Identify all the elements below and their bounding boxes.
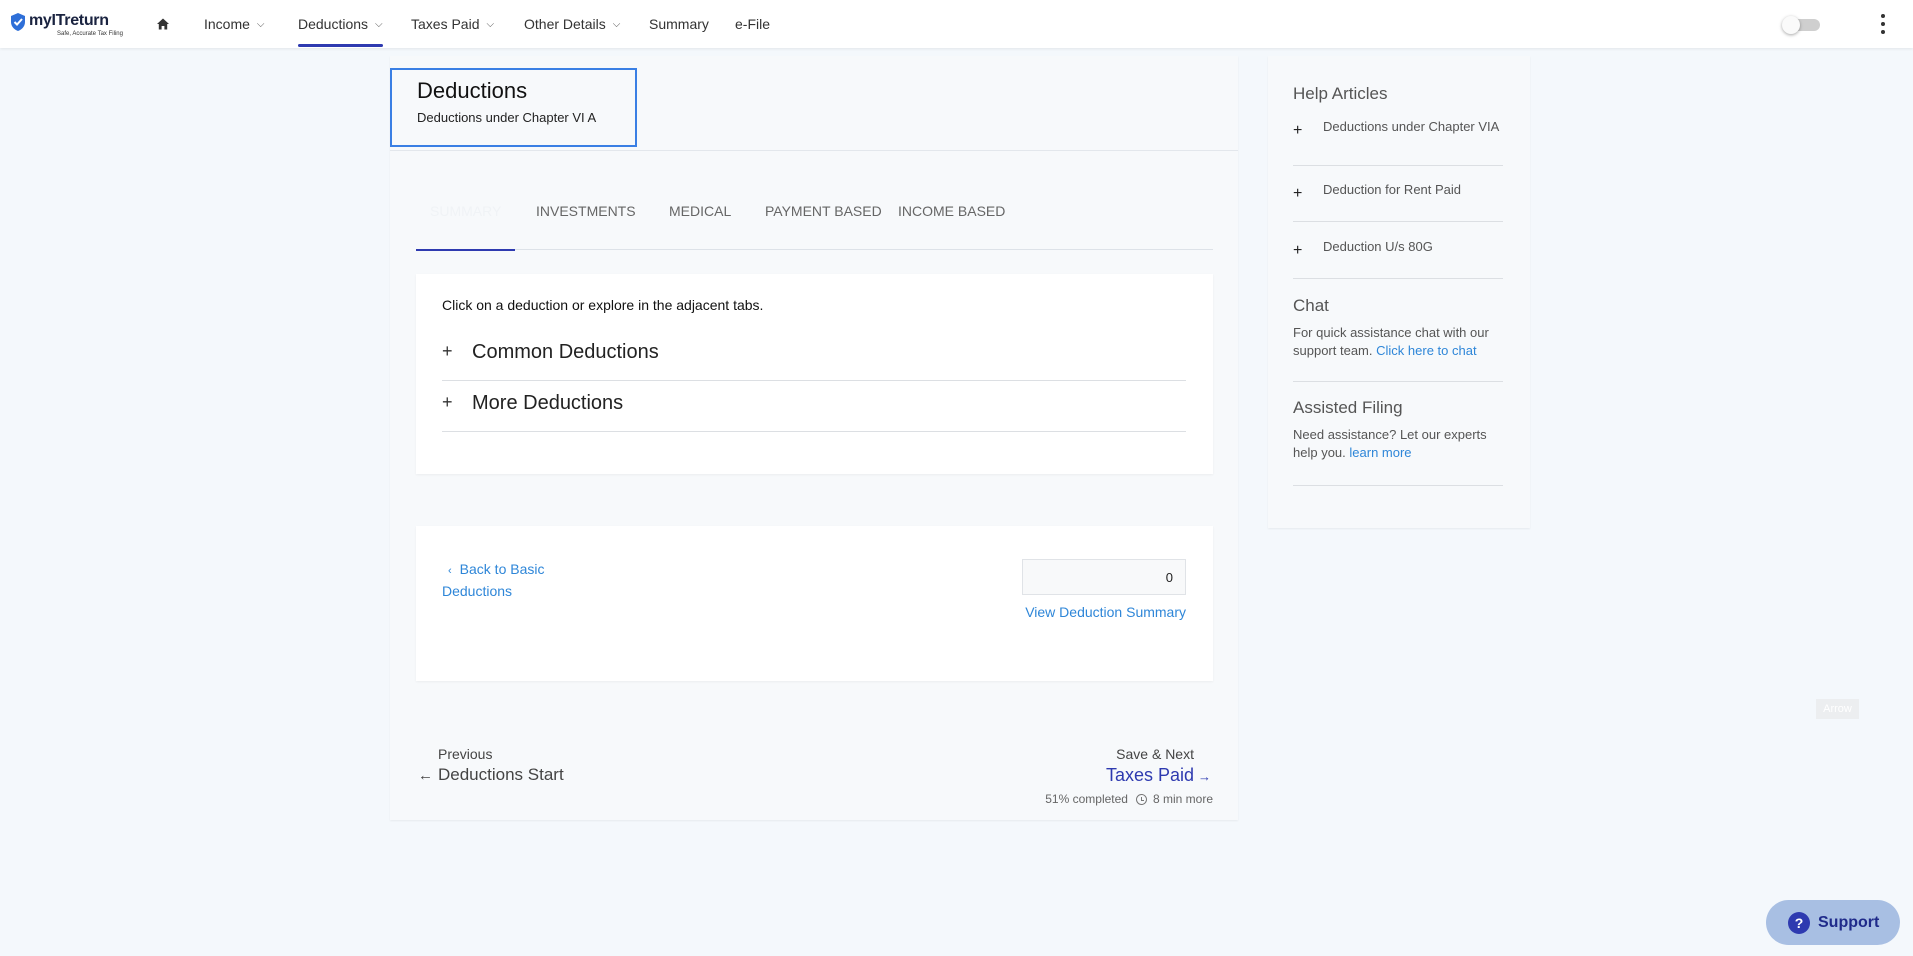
previous-caption: Previous (438, 746, 493, 762)
help-articles-title: Help Articles (1293, 84, 1388, 103)
accordion-more-deductions[interactable]: + More Deductions (442, 382, 1186, 432)
action-card: ‹ Back to Basic Deductions 0 View Deducti… (416, 526, 1213, 681)
learn-more-link[interactable]: learn more (1349, 445, 1411, 460)
help-item-rent-paid[interactable]: + Deduction for Rent Paid (1293, 180, 1503, 222)
plus-icon: + (1293, 185, 1303, 202)
page-subtitle: Deductions under Chapter VI A (417, 110, 597, 125)
nav-income[interactable]: Income ⌵ (204, 0, 265, 48)
summary-card: Click on a deduction or explore in the a… (416, 274, 1213, 474)
nav-deductions-label: Deductions (298, 16, 369, 32)
chat-link[interactable]: Click here to chat (1376, 343, 1476, 358)
home-icon[interactable] (156, 17, 170, 31)
nav-taxes-paid-label: Taxes Paid (411, 16, 480, 32)
more-options-icon[interactable] (1880, 14, 1886, 34)
summary-hint: Click on a deduction or explore in the a… (442, 297, 764, 313)
save-next-button[interactable]: Taxes Paid → (1106, 765, 1211, 786)
help-item-label: Deduction U/s 80G (1323, 239, 1433, 254)
header-divider (390, 150, 1238, 151)
chevron-down-icon: ⌵ (612, 18, 621, 30)
back-to-basic-deductions-link[interactable]: ‹ Back to Basic Deductions (442, 559, 582, 601)
plus-icon: + (1293, 242, 1303, 259)
nav-efile-label: e-File (735, 16, 771, 32)
save-next-caption: Save & Next (1116, 746, 1194, 762)
next-label: Taxes Paid (1105, 765, 1194, 785)
arrow-left-icon[interactable]: ← (418, 767, 433, 784)
support-button[interactable]: ? Support (1766, 900, 1900, 945)
previous-button[interactable]: Deductions Start (438, 765, 564, 785)
time-remaining: 8 min more (1152, 792, 1213, 806)
view-deduction-summary-link[interactable]: View Deduction Summary (1022, 604, 1186, 620)
accordion-label: Common Deductions (472, 341, 659, 363)
assisted-filing-text: Need assistance? Let our experts help yo… (1293, 426, 1503, 462)
chevron-down-icon: ⌵ (375, 18, 383, 30)
nav-other-details-label: Other Details (524, 16, 606, 32)
assisted-filing-title: Assisted Filing (1293, 398, 1403, 417)
clock-icon (1135, 793, 1147, 805)
shield-check-icon (11, 13, 25, 31)
deduction-total-field: 0 (1022, 559, 1186, 595)
chat-title: Chat (1293, 296, 1329, 315)
accordion-common-deductions[interactable]: + Common Deductions (442, 331, 1186, 381)
plus-icon: + (1293, 122, 1303, 139)
chat-text: For quick assistance chat with our suppo… (1293, 324, 1503, 360)
brand-name: myITreturn (29, 12, 109, 29)
nav-summary[interactable]: Summary (649, 0, 709, 48)
help-item-label: Deduction for Rent Paid (1323, 182, 1462, 197)
chevron-down-icon: ⌵ (256, 18, 265, 30)
top-navbar: myITreturn Safe, Accurate Tax Filing Inc… (0, 0, 1913, 48)
nav-income-label: Income (204, 16, 250, 32)
progress-text: 51% completed (1045, 792, 1128, 806)
brand-logo[interactable]: myITreturn Safe, Accurate Tax Filing (10, 12, 123, 37)
sidebar-divider (1293, 485, 1503, 486)
deduction-tabs: SUMMARY INVESTMENTS MEDICAL PAYMENT BASE… (415, 196, 1213, 251)
arrow-tag: Arrow (1816, 699, 1859, 719)
plus-icon: + (442, 341, 453, 361)
help-sidebar: Help Articles + Deductions under Chapter… (1268, 56, 1530, 528)
tab-summary[interactable]: SUMMARY (415, 196, 516, 251)
nav-efile[interactable]: e-File (735, 0, 770, 48)
nav-summary-label: Summary (649, 16, 709, 32)
tab-medical[interactable]: MEDICAL (669, 196, 731, 250)
sidebar-divider (1293, 381, 1503, 382)
help-item-80g[interactable]: + Deduction U/s 80G (1293, 237, 1503, 279)
back-link-label: Back to Basic Deductions (442, 561, 545, 599)
nav-deductions[interactable]: Deductions ⌵ (298, 0, 383, 48)
chevron-left-icon: ‹ (448, 565, 452, 577)
question-icon: ? (1788, 911, 1810, 934)
help-item-chapter-via[interactable]: + Deductions under Chapter VIA (1293, 120, 1503, 166)
help-item-label: Deductions under Chapter VIA (1323, 119, 1500, 134)
plus-icon: + (442, 392, 453, 412)
toggle-knob (1782, 16, 1800, 34)
support-label: Support (1818, 913, 1880, 931)
page-header: Deductions Deductions under Chapter VI A (390, 68, 637, 147)
chevron-down-icon: ⌵ (486, 18, 495, 30)
nav-taxes-paid[interactable]: Taxes Paid ⌵ (411, 0, 494, 48)
tab-payment-based[interactable]: PAYMENT BASED (765, 196, 882, 250)
tab-investments[interactable]: INVESTMENTS (536, 196, 636, 250)
arrow-right-icon: → (1198, 769, 1211, 784)
progress-status: 51% completed 8 min more (1045, 792, 1213, 806)
main-content: Deductions Deductions under Chapter VI A… (390, 56, 1238, 820)
theme-toggle[interactable] (1782, 16, 1820, 34)
brand-tagline: Safe, Accurate Tax Filing (57, 31, 123, 37)
page-title: Deductions (417, 78, 528, 103)
accordion-label: More Deductions (472, 392, 624, 414)
tab-income-based[interactable]: INCOME BASED (898, 196, 1005, 250)
nav-other-details[interactable]: Other Details ⌵ (524, 0, 620, 48)
